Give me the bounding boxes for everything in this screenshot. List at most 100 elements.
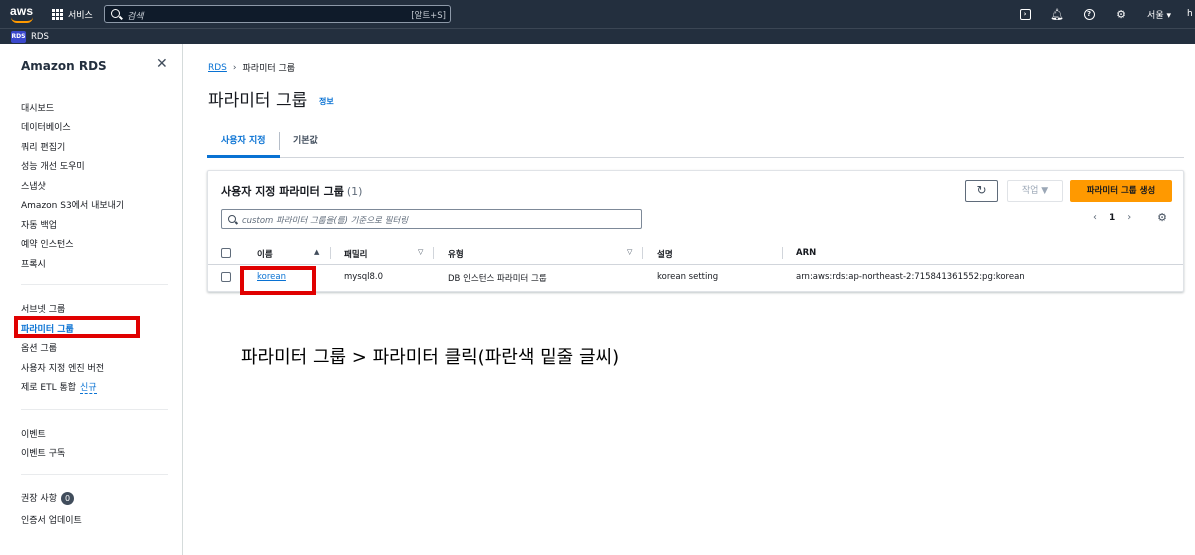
sidebar-divider (21, 474, 168, 475)
cell-arn: arn:aws:rds:ap-northeast-2:715841361552:… (796, 272, 1025, 282)
breadcrumb: RDS › 파라미터 그룹 (208, 61, 296, 75)
close-icon[interactable]: ✕ (156, 57, 168, 71)
help-button[interactable]: ? (1073, 0, 1105, 28)
highlight-box-sidebar (14, 316, 140, 338)
column-header-arn[interactable]: ARN (796, 248, 816, 258)
sidebar-item-databases[interactable]: 데이터베이스 (21, 120, 71, 133)
settings-button[interactable]: ⚙ (1105, 0, 1137, 28)
cell-description: korean setting (657, 272, 719, 282)
sidebar-item-automated-backups[interactable]: 자동 백업 (21, 218, 57, 231)
aws-logo[interactable]: aws (10, 4, 36, 24)
top-navigation: aws 서비스 검색 [알트+S] › 🔔︎ ? ⚙ 서울 ▾ h (0, 0, 1195, 28)
sidebar-item-option-groups[interactable]: 옵션 그룹 (21, 341, 57, 354)
prev-page-button[interactable]: ‹ (1093, 212, 1097, 223)
select-all-checkbox[interactable] (221, 248, 231, 258)
new-badge: 신규 (80, 383, 97, 394)
sidebar-item-event-subscriptions[interactable]: 이벤트 구독 (21, 446, 65, 459)
bell-icon: 🔔︎ (1050, 7, 1065, 21)
cloudshell-button[interactable]: › (1009, 0, 1041, 28)
top-icons: › 🔔︎ ? ⚙ 서울 ▾ h (1009, 0, 1195, 28)
rds-service-link[interactable]: RDS (31, 32, 49, 42)
aws-smile-icon (11, 17, 33, 23)
annotation-text: 파라미터 그룹 > 파라미터 클릭(파란색 밑줄 글씨) (241, 347, 620, 368)
sidebar-divider (21, 284, 168, 285)
sidebar-item-certificate-update[interactable]: 인증서 업데이트 (21, 513, 82, 526)
help-icon: ? (1083, 8, 1095, 20)
sidebar-item-proxies[interactable]: 프록시 (21, 257, 46, 270)
breadcrumb-current: 파라미터 그룹 (242, 64, 296, 74)
sidebar-item-reserved-instances[interactable]: 예약 인스턴스 (21, 237, 74, 250)
refresh-button[interactable]: ↻ (965, 180, 998, 202)
search-icon (228, 215, 236, 223)
search-placeholder: 검색 (127, 12, 144, 22)
terminal-icon: › (1019, 8, 1031, 20)
zero-etl-label: 제로 ETL 통합 (21, 383, 77, 393)
table-header: 이름 ▲ 패밀리 ▽ 유형 ▽ 설명 ARN (208, 241, 1183, 265)
search-icon (111, 9, 120, 18)
sidebar-item-performance-insights[interactable]: 성능 개선 도우미 (21, 159, 85, 172)
table-settings-gear-icon[interactable]: ⚙ (1156, 212, 1168, 224)
recommendations-label: 권장 사항 (21, 494, 57, 504)
refresh-icon: ↻ (976, 183, 987, 197)
sort-ascending-icon[interactable]: ▲ (314, 248, 319, 256)
sidebar-item-s3-export[interactable]: Amazon S3에서 내보내기 (21, 198, 124, 211)
column-header-type[interactable]: 유형 (448, 248, 464, 260)
page-title: 파라미터 그룹 (208, 91, 308, 111)
column-header-description[interactable]: 설명 (657, 248, 673, 260)
sidebar-item-query-editor[interactable]: 쿼리 편집기 (21, 140, 65, 153)
sidebar-item-subnet-groups[interactable]: 서브넷 그룹 (21, 302, 65, 315)
sidebar-item-recommendations[interactable]: 권장 사항 0 (21, 491, 74, 505)
breadcrumb-rds-link[interactable]: RDS (208, 63, 227, 73)
column-header-family[interactable]: 패밀리 (344, 248, 367, 260)
filter-placeholder: custom 파라미터 그룹을(를) 기준으로 필터링 (242, 216, 409, 226)
column-divider (642, 247, 643, 259)
services-label: 서비스 (68, 10, 93, 21)
panel-title: 사용자 지정 파라미터 그룹 (1) (221, 183, 362, 199)
sidebar-divider (21, 409, 168, 410)
panel-title-text: 사용자 지정 파라미터 그룹 (221, 185, 344, 198)
search-shortcut: [알트+S] (411, 11, 446, 21)
sidebar-item-custom-engine-versions[interactable]: 사용자 지정 엔진 버전 (21, 361, 104, 374)
tab-custom[interactable]: 사용자 지정 (207, 126, 280, 158)
table-row: korean mysql8.0 DB 인스턴스 파라미터 그룹 korean s… (208, 266, 1183, 290)
gear-icon: ⚙ (1116, 7, 1126, 21)
notifications-button[interactable]: 🔔︎ (1041, 0, 1073, 28)
cell-family: mysql8.0 (344, 272, 384, 282)
aws-logo-text: aws (10, 4, 34, 18)
tab-default[interactable]: 기본값 (279, 126, 332, 158)
sidebar-item-zero-etl[interactable]: 제로 ETL 통합 신규 (21, 380, 97, 394)
row-checkbox[interactable] (221, 272, 231, 282)
sidebar-item-dashboard[interactable]: 대시보드 (21, 101, 54, 114)
services-menu-button[interactable]: 서비스 (52, 7, 93, 21)
actions-dropdown[interactable]: 작업 ▼ (1007, 180, 1063, 202)
panel-count: (1) (346, 185, 363, 198)
region-selector[interactable]: 서울 ▾ (1137, 0, 1181, 28)
info-link[interactable]: 정보 (319, 96, 334, 107)
recommendations-count-badge: 0 (60, 492, 74, 505)
pagination: ‹ 1 › (1093, 212, 1131, 223)
sidebar-item-events[interactable]: 이벤트 (21, 427, 46, 440)
tab-bar: 사용자 지정 기본값 (207, 126, 1184, 158)
sort-icon[interactable]: ▽ (627, 248, 632, 256)
sidebar-title[interactable]: Amazon RDS (21, 59, 107, 73)
column-divider (433, 247, 434, 259)
filter-input[interactable]: custom 파라미터 그룹을(를) 기준으로 필터링 (221, 209, 642, 229)
search-input[interactable]: 검색 [알트+S] (104, 5, 451, 23)
highlight-box-row-link (240, 266, 316, 295)
page-number[interactable]: 1 (1109, 213, 1115, 223)
create-parameter-group-button[interactable]: 파라미터 그룹 생성 (1070, 180, 1172, 202)
column-header-name[interactable]: 이름 (257, 248, 273, 260)
sort-icon[interactable]: ▽ (418, 248, 423, 256)
chevron-right-icon: › (232, 62, 237, 73)
parameter-groups-panel: 사용자 지정 파라미터 그룹 (1) ↻ 작업 ▼ 파라미터 그룹 생성 cust… (207, 170, 1184, 292)
next-page-button[interactable]: › (1127, 212, 1131, 223)
service-bar: RDS RDS (0, 28, 1195, 44)
column-divider (330, 247, 331, 259)
grid-icon (52, 8, 63, 20)
column-divider (782, 247, 783, 259)
account-menu[interactable]: h (1181, 9, 1195, 19)
cell-type: DB 인스턴스 파라미터 그룹 (448, 274, 547, 284)
rds-service-icon[interactable]: RDS (11, 31, 26, 43)
sidebar: Amazon RDS ✕ 대시보드 데이터베이스 쿼리 편집기 성능 개선 도우… (0, 44, 183, 555)
sidebar-item-snapshots[interactable]: 스냅샷 (21, 179, 46, 192)
